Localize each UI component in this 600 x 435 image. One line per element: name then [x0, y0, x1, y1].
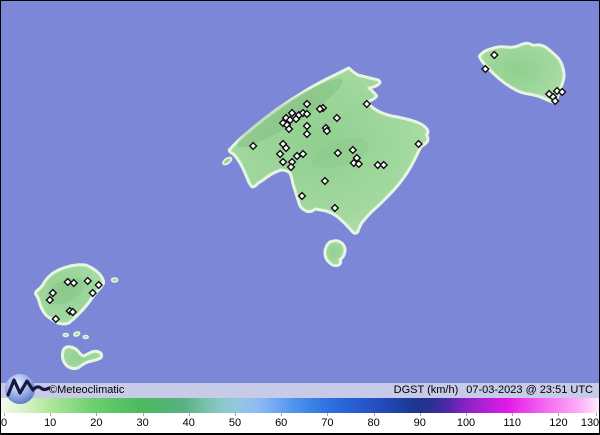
scale-label-70: 70: [321, 417, 334, 429]
islet-espalmador-1: [62, 332, 70, 338]
islet-tagomago: [110, 277, 119, 283]
weather-map-frame: ©Meteoclimatic DGST (km/h) 07-03-2023 @ 2…: [0, 0, 600, 435]
scale-label-20: 20: [90, 417, 103, 429]
scale-label-90: 90: [413, 417, 426, 429]
scale-label-10: 10: [44, 417, 57, 429]
scale-label-30: 30: [136, 417, 149, 429]
island-formentera: [60, 345, 104, 371]
scale-label-80: 80: [367, 417, 380, 429]
footer-info-strip: ©Meteoclimatic DGST (km/h) 07-03-2023 @ 2…: [1, 383, 599, 398]
variable-label: DGST (km/h): [393, 384, 459, 396]
color-scale-labels: 0 10 20 30 40 50 60 70 80 90 100 110 120 130: [1, 413, 599, 433]
scale-label-40: 40: [182, 417, 195, 429]
scale-label-100: 100: [456, 417, 476, 429]
scale-label-0: 0: [0, 417, 8, 429]
islet-espalmador-2: [73, 331, 81, 337]
copyright-text: ©Meteoclimatic: [49, 384, 125, 396]
scale-label-130: 130: [580, 417, 600, 429]
scale-label-120: 120: [549, 417, 568, 429]
map-area: [1, 1, 599, 383]
meteoclimatic-logo-icon: [5, 374, 51, 404]
scale-label-50: 50: [228, 417, 242, 429]
scale-label-60: 60: [275, 417, 288, 429]
balearic-map-svg: [34, 41, 567, 371]
islet-dragonera: [222, 156, 233, 166]
island-cabrera: [323, 239, 347, 268]
scale-label-110: 110: [503, 417, 521, 429]
map-info-text: DGST (km/h) 07-03-2023 @ 23:51 UTC: [394, 383, 593, 398]
color-scale-gradient: [1, 398, 599, 413]
timestamp-label: 07-03-2023 @ 23:51 UTC: [466, 384, 593, 396]
islet-espalmador-3: [82, 334, 90, 340]
island-mallorca: [227, 66, 430, 235]
